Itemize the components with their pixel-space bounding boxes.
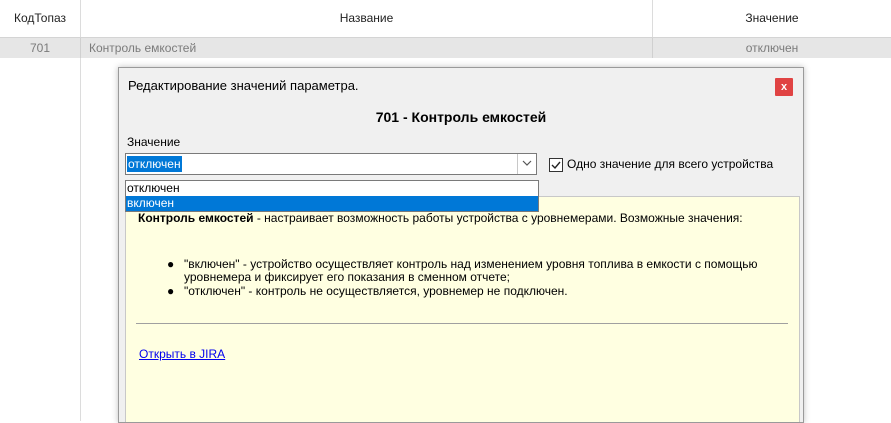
help-bullet-list: ● "включен" - устройство осуществляет кон…	[164, 258, 784, 299]
table-row[interactable]: 701 Контроль емкостей отключен	[0, 38, 891, 58]
column-divider	[80, 58, 81, 421]
parameter-title: 701 - Контроль емкостей	[375, 109, 547, 125]
grid-header: КодТопаз Название Значение	[0, 0, 891, 38]
value-dropdown-list[interactable]: отключен включен	[125, 180, 539, 212]
list-item: ● "включен" - устройство осуществляет кон…	[164, 258, 784, 284]
chevron-down-icon[interactable]	[517, 154, 536, 174]
help-description-text: - настраивает возможность работы устройс…	[253, 211, 743, 225]
help-term: Контроль емкостей	[138, 211, 254, 225]
single-value-checkbox-label[interactable]: Одно значение для всего устройства	[567, 157, 773, 171]
value-combobox[interactable]: отключен	[125, 153, 537, 175]
column-header-name[interactable]: Название	[81, 0, 653, 37]
close-icon[interactable]: x	[775, 78, 793, 96]
checkmark-icon	[551, 161, 561, 170]
edit-parameter-dialog: Редактирование значений параметра. x 701…	[118, 67, 804, 423]
value-label: Значение	[127, 135, 181, 149]
list-item: ● "отключен" - контроль не осуществляется…	[164, 285, 784, 298]
row-code-cell[interactable]: 701	[0, 38, 81, 58]
dialog-title: Редактирование значений параметра.	[128, 78, 359, 93]
bullet-text: "отключен" - контроль не осуществляется,…	[184, 284, 568, 298]
dropdown-option-off[interactable]: отключен	[126, 181, 538, 196]
column-header-value[interactable]: Значение	[653, 0, 891, 37]
row-name-cell[interactable]: Контроль емкостей	[81, 38, 653, 58]
row-value-cell[interactable]: отключен	[653, 38, 891, 58]
combobox-selected-value[interactable]: отключен	[127, 156, 182, 172]
bullet-text: "включен" - устройство осуществляет конт…	[184, 257, 758, 284]
bullet-icon: ●	[167, 257, 175, 271]
help-description: Контроль емкостей - настраивает возможно…	[138, 211, 778, 226]
single-value-checkbox[interactable]	[549, 158, 563, 172]
open-in-jira-link[interactable]: Открыть в JIRA	[139, 347, 225, 361]
bullet-icon: ●	[167, 284, 175, 298]
column-header-code[interactable]: КодТопаз	[0, 0, 81, 37]
help-divider	[136, 323, 788, 324]
help-panel: Контроль емкостей - настраивает возможно…	[125, 196, 800, 422]
dropdown-option-on[interactable]: включен	[126, 196, 538, 211]
